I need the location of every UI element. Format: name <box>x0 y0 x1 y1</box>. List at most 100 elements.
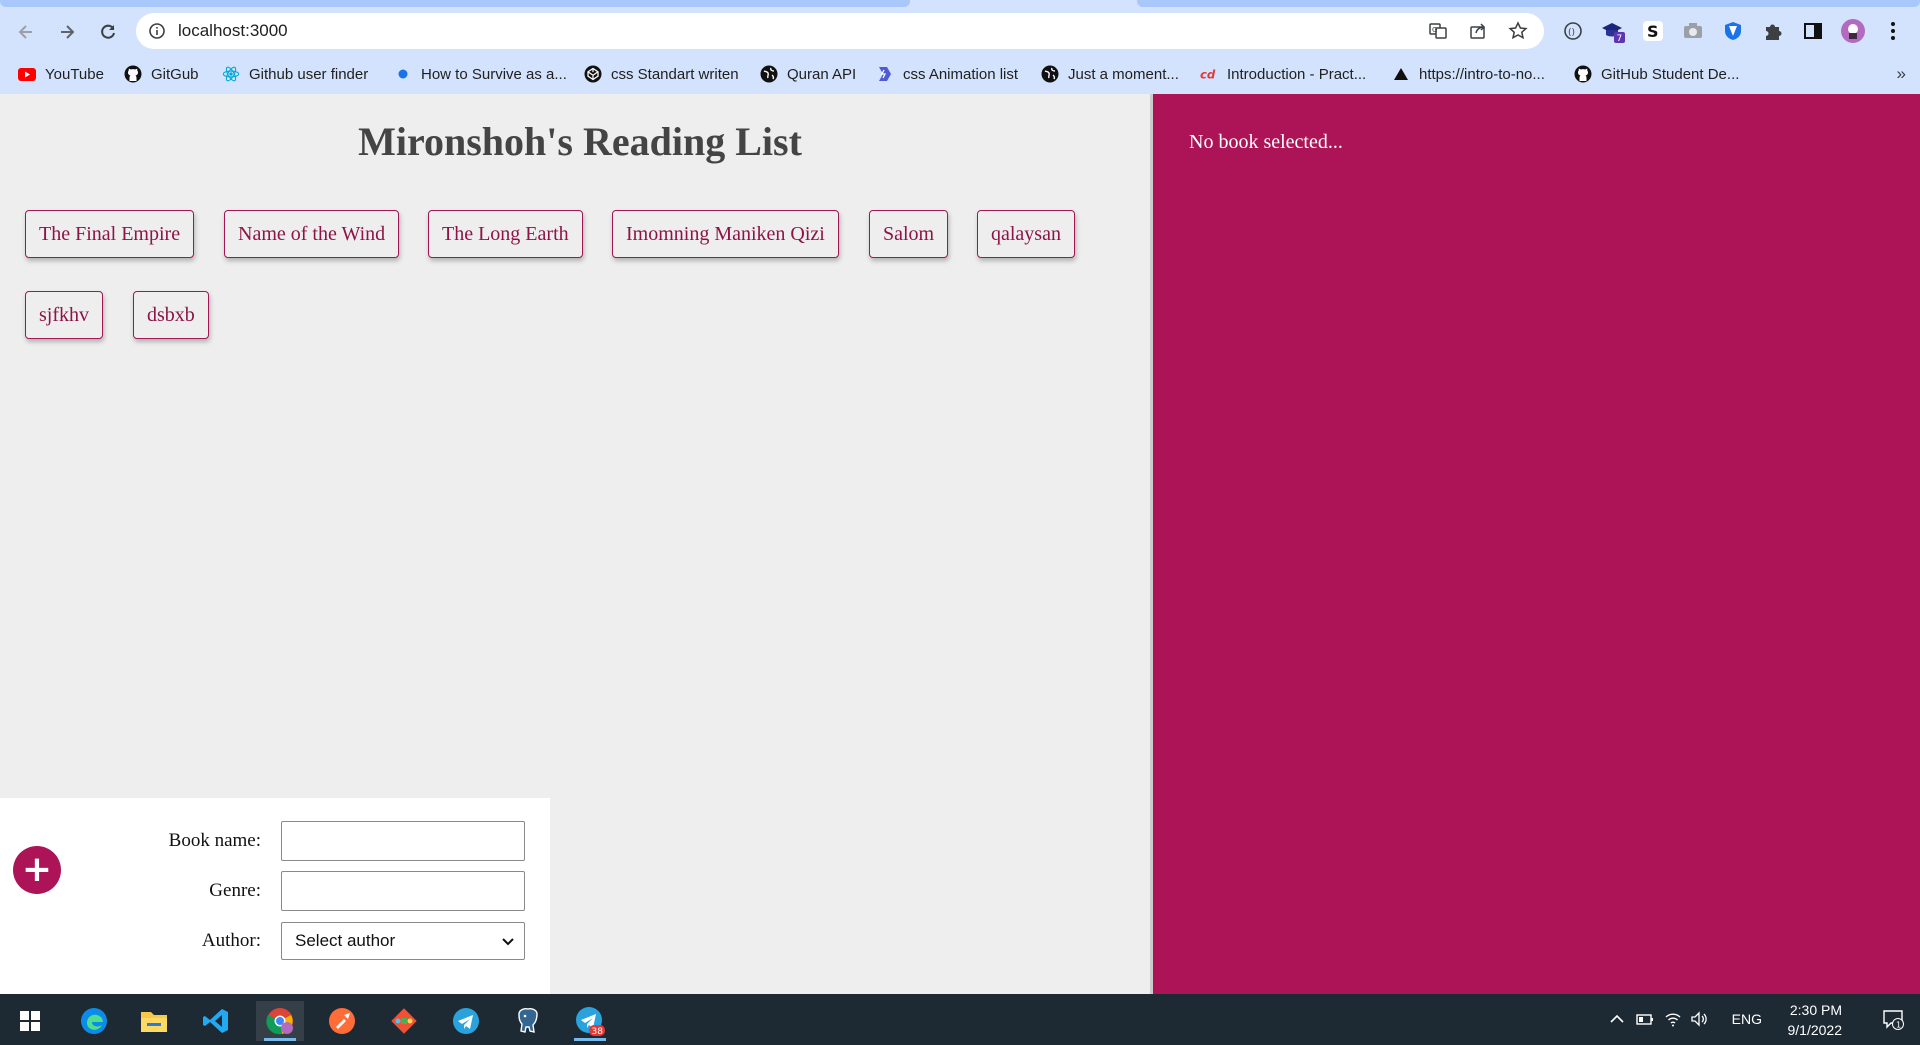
camera-icon[interactable] <box>1680 18 1706 44</box>
active-tab-edge[interactable] <box>0 0 910 7</box>
github-icon <box>1574 65 1592 83</box>
chevron-up-icon[interactable] <box>1608 1010 1626 1028</box>
bookmark-quran-api[interactable]: Quran API <box>760 64 856 84</box>
dot-icon <box>394 65 412 83</box>
add-book-button[interactable]: + <box>13 846 61 894</box>
running-indicator <box>574 1038 606 1041</box>
share-icon[interactable] <box>1468 21 1488 41</box>
bookmark-github-user-finder[interactable]: Github user finder <box>222 64 368 84</box>
chrome-menu-icon[interactable] <box>1880 18 1906 44</box>
language-indicator[interactable]: ENG <box>1732 1011 1762 1027</box>
page-viewport: Mironshoh's Reading List The Final Empir… <box>0 94 1920 994</box>
main-panel: Mironshoh's Reading List The Final Empir… <box>0 94 1150 994</box>
clock-time: 2:30 PM <box>1789 1002 1842 1018</box>
site-info-icon[interactable] <box>148 22 166 40</box>
forward-arrow-icon <box>61 25 75 39</box>
active-indicator <box>264 1038 296 1041</box>
folder-icon <box>141 1012 167 1032</box>
bookmark-css-animation[interactable]: css Animation list <box>876 64 1018 84</box>
bookmark-introduction[interactable]: cd Introduction - Pract... <box>1200 64 1366 84</box>
bookmark-youtube[interactable]: YouTube <box>18 64 104 84</box>
windows-logo-icon <box>20 1011 40 1031</box>
bookmark-label: GitGub <box>151 65 199 83</box>
bookmark-just-a-moment[interactable]: Just a moment... <box>1041 64 1179 84</box>
author-select[interactable]: Select author <box>281 922 525 960</box>
genre-label: Genre: <box>209 880 261 901</box>
volume-icon[interactable] <box>1690 1010 1708 1028</box>
page-title: Mironshoh's Reading List <box>358 119 802 164</box>
profile-avatar-icon[interactable] <box>1840 18 1866 44</box>
svg-text:G: G <box>1432 26 1437 34</box>
clock-date: 9/1/2022 <box>1787 1022 1843 1038</box>
bookmark-how-to-survive[interactable]: How to Survive as a... <box>394 64 567 84</box>
book-item[interactable]: Imomning Maniken Qizi <box>612 210 839 258</box>
taskbar-vscode[interactable] <box>192 1001 240 1041</box>
taskbar-git[interactable] <box>380 1001 428 1041</box>
book-item[interactable]: The Final Empire <box>25 210 195 258</box>
bookmark-github-student[interactable]: GitHub Student De... <box>1574 64 1739 84</box>
address-bar[interactable]: localhost:3000 G <box>136 13 1544 49</box>
genre-input[interactable] <box>281 871 525 911</box>
extensions-puzzle-icon[interactable] <box>1760 18 1786 44</box>
extension-cap-icon[interactable]: 7 <box>1600 18 1626 44</box>
bookmark-gitgub[interactable]: GitGub <box>124 64 199 84</box>
taskbar-chrome[interactable] <box>256 1001 304 1041</box>
globe-icon <box>1041 65 1059 83</box>
taskbar-file-explorer[interactable] <box>130 1001 178 1041</box>
book-item[interactable]: sjfkhv <box>25 291 103 339</box>
logo-icon: cd <box>1200 65 1218 83</box>
back-button[interactable] <box>10 16 42 48</box>
reload-button[interactable] <box>92 16 124 48</box>
translate-icon[interactable]: G <box>1428 21 1448 41</box>
svg-text:(): () <box>1568 28 1575 38</box>
tab-edge[interactable] <box>1137 0 1920 7</box>
taskbar-telegram-2[interactable]: 38 <box>566 1001 614 1041</box>
start-button[interactable] <box>6 1001 54 1041</box>
forward-button[interactable] <box>51 16 83 48</box>
react-icon <box>222 65 240 83</box>
bookmark-label: css Animation list <box>903 65 1019 83</box>
youtube-icon <box>18 65 36 83</box>
side-panel-icon[interactable] <box>1800 18 1826 44</box>
browser-toolbar: localhost:3000 G () 7 S <box>0 8 1920 54</box>
shield-icon[interactable] <box>1720 18 1746 44</box>
taskbar-postgresql[interactable] <box>504 1001 552 1041</box>
triangle-icon <box>1392 65 1410 83</box>
postgresql-elephant-icon <box>518 1008 538 1033</box>
taskbar-edge[interactable] <box>70 1001 118 1041</box>
notification-center-icon[interactable]: 1 <box>1882 1008 1904 1030</box>
bookmarks-bar: YouTube GitGub Github user finder How to… <box>0 54 1920 94</box>
windows-taskbar: 38 ENG 2:30 PM 9/1/2022 1 <box>0 994 1920 1045</box>
telegram-badge: 38 <box>592 1027 604 1037</box>
bookmark-intro-to-no[interactable]: https://intro-to-no... <box>1392 64 1545 84</box>
book-item[interactable]: Salom <box>869 210 949 258</box>
reload-icon <box>101 24 115 39</box>
taskbar-postman[interactable] <box>318 1001 366 1041</box>
taskbar-telegram[interactable] <box>442 1001 490 1041</box>
bookmark-css-standart[interactable]: css Standart writen <box>584 64 739 84</box>
wifi-icon[interactable] <box>1664 1010 1682 1028</box>
clock[interactable]: 2:30 PM 9/1/2022 <box>1788 1000 1843 1040</box>
book-item[interactable]: qalaysan <box>977 210 1075 258</box>
bookmark-label: YouTube <box>45 65 104 83</box>
bookmark-label: How to Survive as a... <box>421 65 567 83</box>
bookmark-star-icon[interactable] <box>1508 21 1528 41</box>
bookmarks-overflow-button[interactable]: » <box>1897 64 1906 84</box>
bookmark-label: Introduction - Pract... <box>1227 65 1367 83</box>
browser-chrome: localhost:3000 G () 7 S YouTube GitGub G… <box>0 0 1920 94</box>
extension-s-icon[interactable]: S <box>1640 18 1666 44</box>
bolt-icon <box>876 65 894 83</box>
bookmark-label: GitHub Student De... <box>1601 65 1740 83</box>
book-item[interactable]: Name of the Wind <box>224 210 400 258</box>
book-item[interactable]: The Long Earth <box>428 210 583 258</box>
telegram-icon <box>453 1008 479 1034</box>
url-text[interactable]: localhost:3000 <box>178 13 288 49</box>
battery-icon[interactable] <box>1636 1010 1654 1028</box>
book-name-label: Book name: <box>168 830 261 851</box>
chevron-down-icon <box>502 938 514 946</box>
book-item[interactable]: dsbxb <box>133 291 209 339</box>
book-name-input[interactable] <box>281 821 525 861</box>
extension-circle-icon[interactable]: () <box>1560 18 1586 44</box>
svg-text:cd: cd <box>1200 68 1216 82</box>
vscode-icon <box>203 1009 228 1033</box>
